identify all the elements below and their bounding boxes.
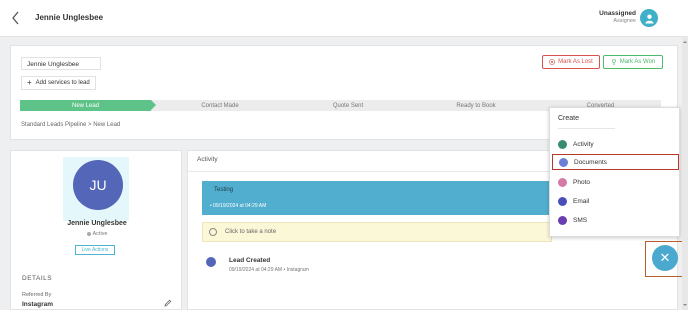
stage-contact-made[interactable]: Contact Made xyxy=(156,100,284,111)
menu-item-label: Photo xyxy=(573,178,590,186)
menu-item-documents[interactable]: Documents xyxy=(552,154,679,170)
create-menu: Create Activity Documents Photo Email SM… xyxy=(549,107,680,237)
scrollbar[interactable] xyxy=(682,37,688,310)
menu-item-label: SMS xyxy=(573,216,588,224)
note-icon xyxy=(209,228,217,236)
referred-by-label: Referred By xyxy=(22,292,52,298)
mark-as-lost-label: Mark As Lost xyxy=(558,59,593,65)
divider xyxy=(558,128,615,129)
add-services-label: Add services to lead xyxy=(35,80,90,86)
photo-icon xyxy=(558,177,567,187)
scroll-up-icon[interactable] xyxy=(682,39,688,45)
activity-item-testing[interactable]: Testing • 09/19/2024 at 04:29 AM xyxy=(202,181,552,215)
avatar: JU xyxy=(73,160,123,210)
mark-as-won-label: Mark As Won xyxy=(619,59,656,65)
activity-item-meta: • 09/19/2024 at 04:29 AM xyxy=(210,203,267,209)
stage-quote-sent[interactable]: Quote Sent xyxy=(284,100,412,111)
plus-icon: + xyxy=(27,78,32,87)
assignee-label: Unassigned xyxy=(599,10,636,17)
mark-as-won-button[interactable]: Mark As Won xyxy=(603,55,663,69)
assignee-avatar[interactable] xyxy=(640,9,658,27)
menu-item-label: Documents xyxy=(574,158,607,166)
profile-name: Jennie Unglesbee xyxy=(67,220,127,227)
sms-icon xyxy=(558,215,567,225)
assignee-info[interactable]: Unassigned Assignee xyxy=(599,10,636,24)
pencil-icon[interactable] xyxy=(164,299,172,307)
user-icon xyxy=(644,13,654,24)
stage-ready-to-book[interactable]: Ready to Book xyxy=(412,100,540,111)
menu-item-email[interactable]: Email xyxy=(552,193,679,209)
scroll-down-icon[interactable] xyxy=(682,302,688,308)
close-circle-icon xyxy=(549,59,556,65)
mark-as-lost-button[interactable]: Mark As Lost xyxy=(542,55,600,69)
status-dot-icon xyxy=(86,231,91,236)
lead-created-icon xyxy=(206,257,216,267)
assignee-sub: Assignee xyxy=(613,18,636,24)
lead-created-title: Lead Created xyxy=(229,257,271,264)
documents-icon xyxy=(559,157,568,167)
activity-title: Activity xyxy=(197,156,218,163)
lead-name-field[interactable]: Jennie Unglesbee xyxy=(21,57,101,70)
lead-created-meta: 09/19/2024 at 04:29 AM • Instagram xyxy=(229,267,309,273)
breadcrumb: Standard Leads Pipeline > New Lead xyxy=(21,122,121,128)
close-fab-button[interactable]: ✕ xyxy=(652,245,678,271)
note-input[interactable]: Click to take a note xyxy=(202,222,552,242)
add-services-button[interactable]: + Add services to lead xyxy=(21,76,96,90)
activity-icon xyxy=(558,139,567,149)
details-heading: DETAILS xyxy=(22,275,53,282)
top-bar: Jennie Unglesbee Unassigned Assignee xyxy=(0,0,688,37)
trophy-icon xyxy=(611,59,616,65)
create-heading: Create xyxy=(558,115,580,122)
menu-item-label: Email xyxy=(573,197,590,205)
stage-new-lead[interactable]: New Lead xyxy=(20,100,156,111)
menu-item-activity[interactable]: Activity xyxy=(552,136,679,152)
profile-card: JU Jennie Unglesbee Active Live Actions … xyxy=(10,150,182,310)
menu-item-label: Activity xyxy=(573,140,594,148)
activity-item-title: Testing xyxy=(214,187,234,193)
note-placeholder: Click to take a note xyxy=(225,229,277,235)
live-actions-button[interactable]: Live Actions xyxy=(75,245,115,255)
menu-item-photo[interactable]: Photo xyxy=(552,174,679,190)
referred-by-value: Instagram xyxy=(22,301,54,308)
page-title: Jennie Unglesbee xyxy=(35,13,104,22)
email-icon xyxy=(558,196,567,206)
chevron-left-icon[interactable] xyxy=(10,10,22,26)
profile-status: Active xyxy=(11,231,183,237)
status-text: Active xyxy=(92,231,108,237)
menu-item-sms[interactable]: SMS xyxy=(552,212,679,228)
close-icon: ✕ xyxy=(659,250,671,265)
